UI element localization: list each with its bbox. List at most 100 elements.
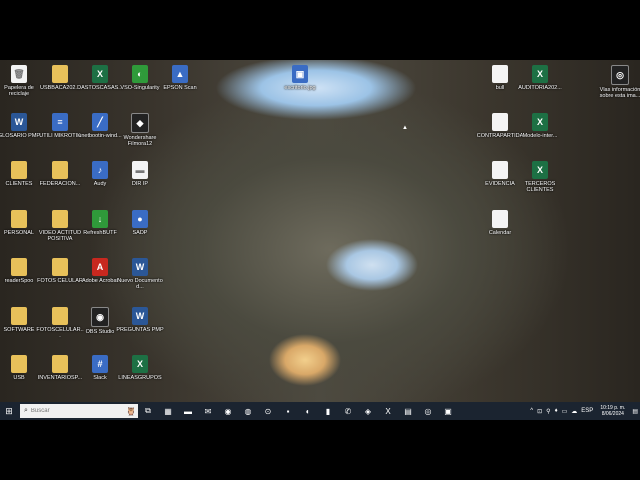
word-icon: W xyxy=(11,113,27,131)
desktop-icon[interactable]: ◆ Wondershare Filmora12 xyxy=(116,113,164,147)
desktop-icon[interactable]: ▲ EPSON Scan xyxy=(156,65,204,91)
app-icon: ◆ xyxy=(131,113,149,133)
tray-icon-5[interactable]: ☁ xyxy=(571,408,577,415)
app-icon: ▲ xyxy=(172,65,188,83)
excel-icon: X xyxy=(532,113,548,131)
desktop-icon[interactable]: W PREGUNTAS PMP xyxy=(116,307,164,333)
clock-date: 8/06/2024 xyxy=(601,411,624,417)
taskbar-edge-icon[interactable]: ◍ xyxy=(238,402,258,420)
taskbar-file-explorer-icon[interactable]: ▬ xyxy=(178,402,198,420)
owl-icon: 🦉 xyxy=(126,406,136,416)
desktop-icon-label: Modelo-inter... xyxy=(522,133,558,139)
taskbar-chrome-icon[interactable]: ⊙ xyxy=(258,402,278,420)
desktop-icon-label: USB xyxy=(13,375,25,381)
tray-icon-2[interactable]: ⚲ xyxy=(546,408,550,415)
desktop-icon-label: FEDERACION... xyxy=(39,181,81,187)
desktop-icon[interactable]: ◎ Vlas información sobre esta ima... xyxy=(596,65,640,99)
desktop-icon-label: Audy xyxy=(93,181,107,187)
desktop-icon-label: Wondershare Filmora12 xyxy=(123,135,157,147)
desktop-icon-label: Slack xyxy=(93,375,107,381)
folder-icon xyxy=(52,307,68,325)
taskbar-app-8-icon[interactable]: ▣ xyxy=(438,402,458,420)
desktop-icon-label: GLOSARIO PMP xyxy=(0,133,41,139)
desktop-icon-label: PREGUNTAS PMP xyxy=(116,327,164,333)
desktop-icon-label: readerSpoo xyxy=(4,278,34,284)
desktop-icon[interactable]: ● SADP xyxy=(116,210,164,236)
taskbar-firefox-icon[interactable]: ◉ xyxy=(218,402,238,420)
app-icon xyxy=(492,210,508,228)
tray-chevron-icon[interactable]: ^ xyxy=(530,408,533,414)
desktop-icon-label: EPSON Scan xyxy=(163,85,197,91)
excel-icon: X xyxy=(92,65,108,83)
app-icon: ◉ xyxy=(91,307,109,327)
folder-icon xyxy=(52,65,68,83)
desktop-icon-label: Vlas información sobre esta ima... xyxy=(599,87,640,99)
folder-icon xyxy=(11,258,27,276)
desktop-icon-label: EVIDENCIA xyxy=(485,181,515,187)
folder-icon xyxy=(52,355,68,373)
taskbar-app-7-icon[interactable]: ◎ xyxy=(418,402,438,420)
desktop-icon-label: Nuevo Documento d... xyxy=(117,278,163,290)
taskbar-app-1-icon[interactable]: ▦ xyxy=(158,402,178,420)
taskbar-app-5-icon[interactable]: ◈ xyxy=(358,402,378,420)
folder-icon xyxy=(11,210,27,228)
system-tray: ^ ⊡ ⚲ ♦ ▭ ☁ ESP 10:19 p. m. 8/06/2024 ▤ xyxy=(528,405,640,417)
folder-icon xyxy=(52,258,68,276)
desktop-icon[interactable]: X AUDITORIA202... xyxy=(516,65,564,91)
tray-icon-3[interactable]: ♦ xyxy=(555,408,558,414)
app-icon: ♪ xyxy=(92,161,108,179)
desktop-icon[interactable]: Calendar xyxy=(476,210,524,236)
pinned-apps: ⧉ ▦ ▬ ✉ ◉ ◍ ⊙ ▪ ◐ ▮ ✆ ◈ X ▤ ◎ ▣ xyxy=(138,402,458,420)
desktop-icon[interactable]: X LINEASGRUPOS xyxy=(116,355,164,381)
desktop-icon-label: escritorio.jpg xyxy=(284,85,316,91)
app-icon: 🗑 xyxy=(11,65,27,83)
notifications-icon[interactable]: ▤ xyxy=(632,408,638,415)
start-button[interactable]: ⊞ xyxy=(0,402,18,420)
taskbar-app-6-icon[interactable]: ▤ xyxy=(398,402,418,420)
desktop-icon-label: SADP xyxy=(132,230,148,236)
app-icon: ╱ xyxy=(92,113,108,131)
taskbar-mail-icon[interactable]: ✉ xyxy=(198,402,218,420)
taskbar-whatsapp-icon[interactable]: ✆ xyxy=(338,402,358,420)
folder-icon xyxy=(11,307,27,325)
desktop-icon-label: OBS Studio xyxy=(85,329,115,335)
taskbar-app-4-icon[interactable]: ▮ xyxy=(318,402,338,420)
search-box[interactable]: ⌕ 🦉 xyxy=(20,404,138,418)
app-icon: ● xyxy=(132,210,148,228)
desktop-icon[interactable]: ▣ escritorio.jpg xyxy=(276,65,324,91)
desktop-icon[interactable]: W Nuevo Documento d... xyxy=(116,258,164,290)
taskbar-excel-icon[interactable]: X xyxy=(378,402,398,420)
desktop-icon-label: CLIENTES xyxy=(5,181,33,187)
desktop-icon-label: Adobe Acrobat xyxy=(81,278,119,284)
desktop-icon-label: UTILI MIKROTIK xyxy=(39,133,81,139)
word-icon: W xyxy=(132,258,148,276)
desktop-icon-label: AUDITORIA202... xyxy=(518,85,562,91)
word-icon: W xyxy=(132,307,148,325)
desktop: 🗑 Papelera de reciclaje USBBACA202... X DAST… xyxy=(0,60,640,402)
app-icon: ↓ xyxy=(92,210,108,228)
taskbar-app-2-icon[interactable]: ▪ xyxy=(278,402,298,420)
desktop-icon-label: LINEASGRUPOS xyxy=(118,375,162,381)
folder-icon xyxy=(11,161,27,179)
taskbar-task-view-icon[interactable]: ⧉ xyxy=(138,402,158,420)
search-input[interactable] xyxy=(30,408,101,414)
desktop-icon[interactable]: ▬ DIR IP xyxy=(116,161,164,187)
search-icon: ⌕ xyxy=(24,407,28,414)
letterbox-bottom xyxy=(0,420,640,480)
desktop-icon-label: USBBACA202... xyxy=(39,85,81,91)
desktop-icon-label: Calendar xyxy=(488,230,512,236)
app-icon: # xyxy=(92,355,108,373)
language-indicator[interactable]: ESP xyxy=(581,408,593,414)
desktop-icon[interactable]: X TERCEROS CLIENTES xyxy=(516,161,564,193)
mouse-cursor-icon: ▲ xyxy=(402,125,408,131)
folder-icon xyxy=(11,355,27,373)
desktop-icon[interactable]: X Modelo-inter... xyxy=(516,113,564,139)
tray-icon-1[interactable]: ⊡ xyxy=(537,408,542,415)
desktop-icon-label: SOFTWARE xyxy=(3,327,35,333)
app-icon: ◎ xyxy=(611,65,629,85)
folder-icon xyxy=(52,161,68,179)
clock[interactable]: 10:19 p. m. 8/06/2024 xyxy=(598,405,627,417)
tray-icon-4[interactable]: ▭ xyxy=(562,408,568,415)
taskbar-app-3-icon[interactable]: ◐ xyxy=(298,402,318,420)
desktop-icon-label: bull xyxy=(495,85,505,91)
